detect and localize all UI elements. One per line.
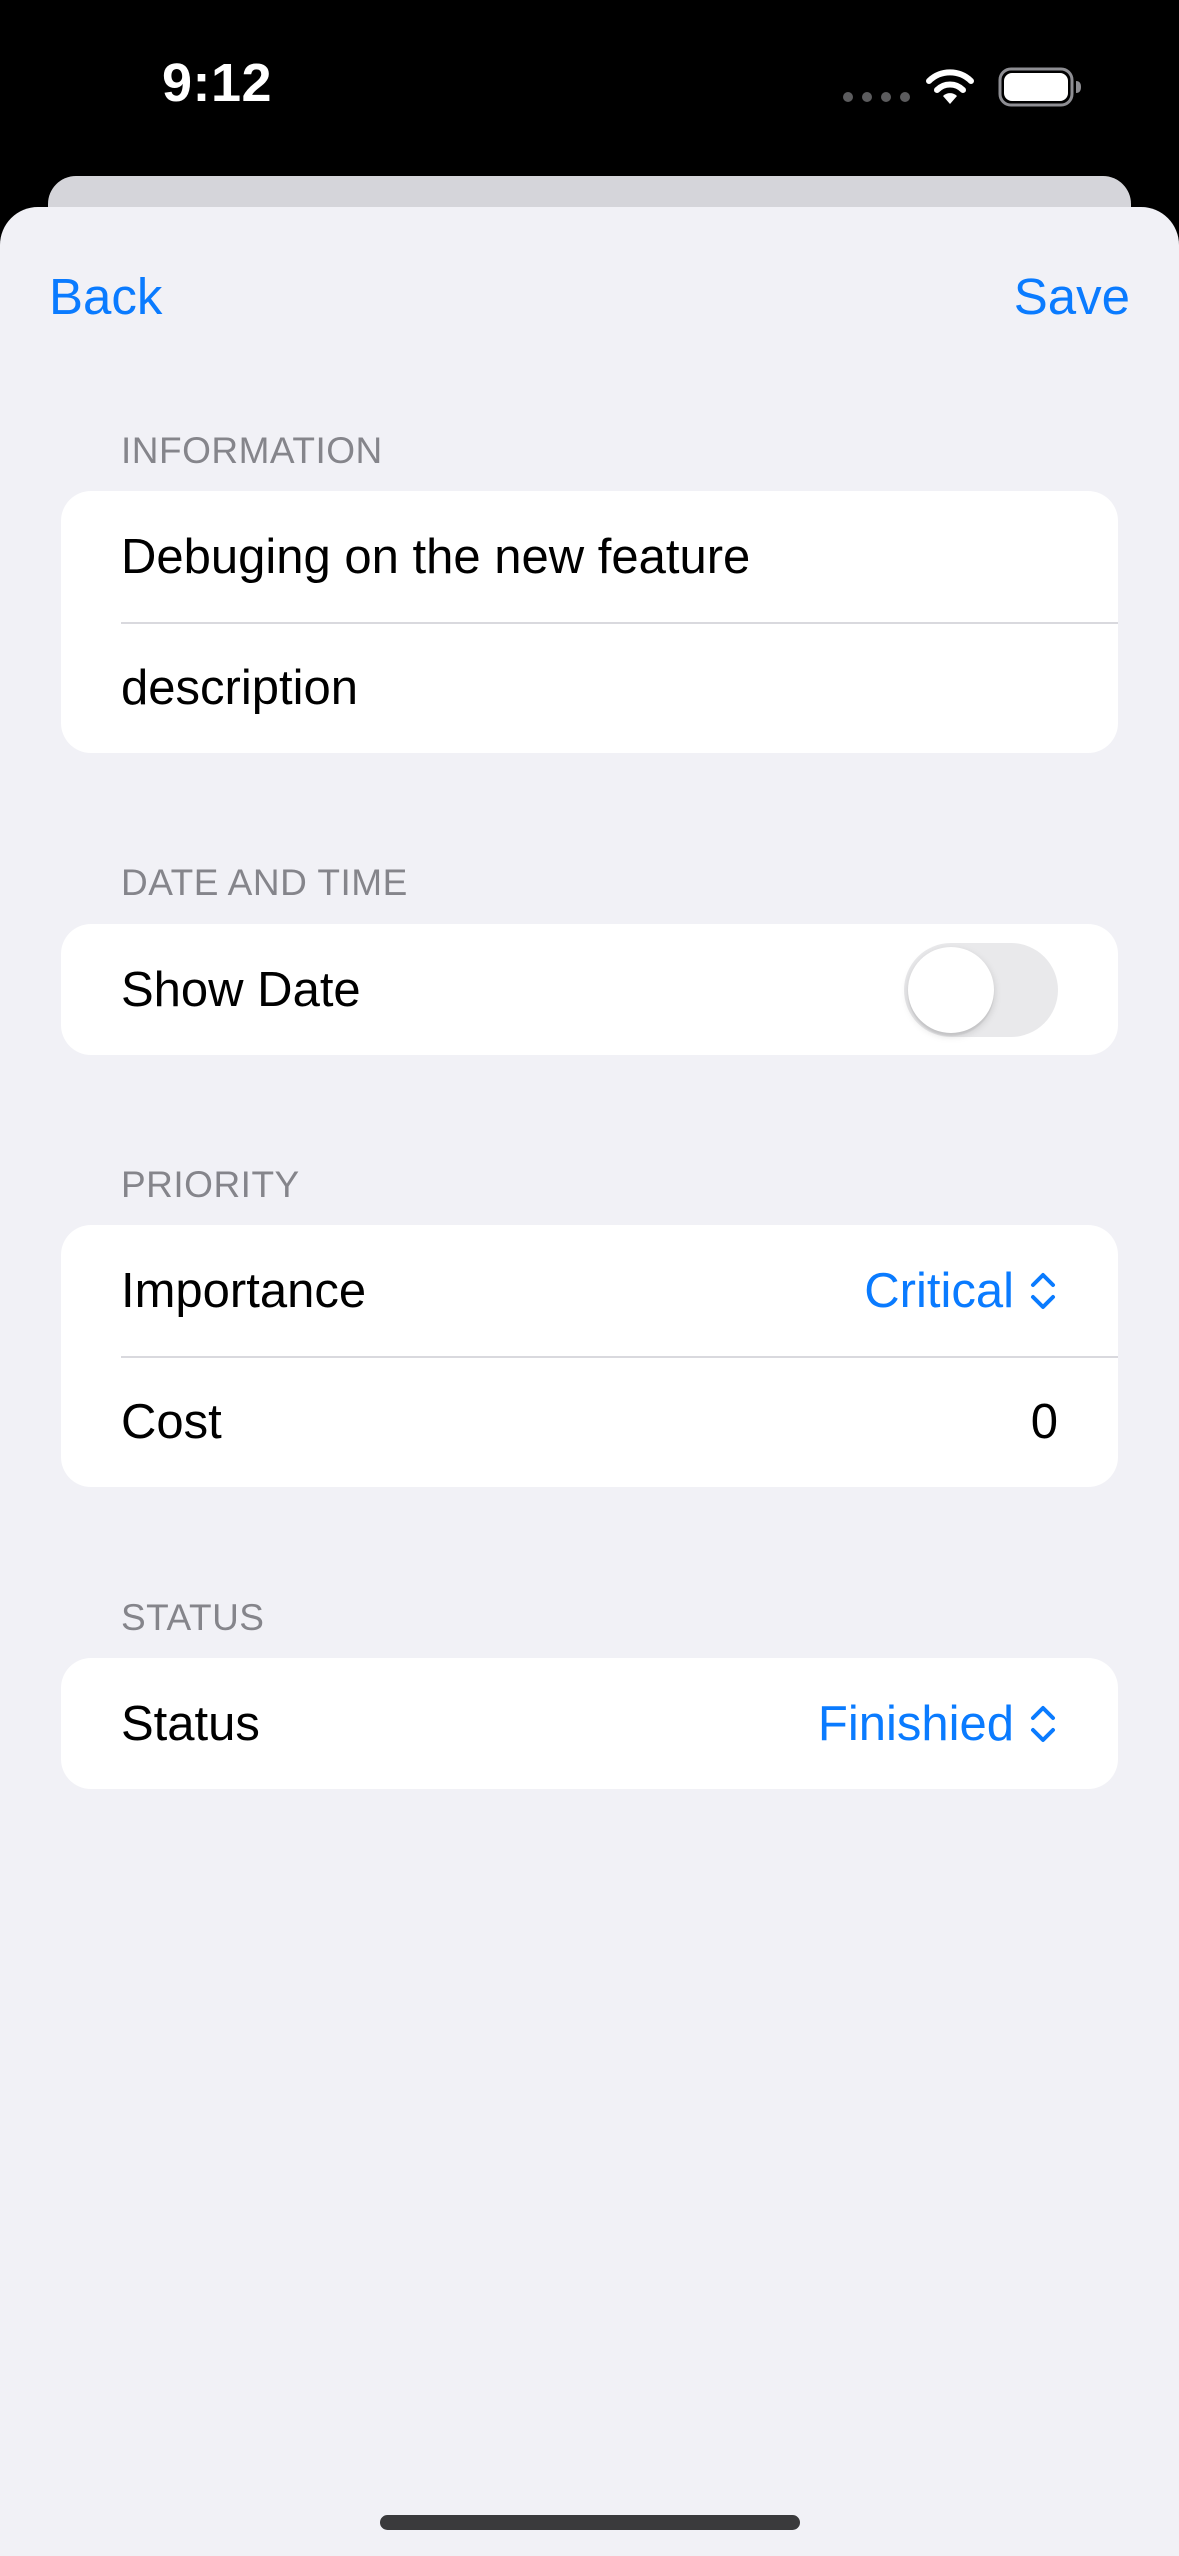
status-row: Status Finishied bbox=[61, 1658, 1118, 1789]
date-time-group: Show Date bbox=[61, 924, 1118, 1055]
status-bar: 9:12 bbox=[0, 0, 1179, 170]
chevron-up-down-icon bbox=[1031, 1272, 1055, 1309]
save-button[interactable]: Save bbox=[1014, 267, 1130, 327]
section-header-status: STATUS bbox=[121, 1597, 265, 1638]
information-group bbox=[61, 491, 1118, 753]
status-time: 9:12 bbox=[162, 53, 273, 113]
status-group: Status Finishied bbox=[61, 1658, 1118, 1789]
battery-icon bbox=[998, 67, 1081, 107]
show-date-label: Show Date bbox=[121, 962, 361, 1017]
section-header-priority: PRIORITY bbox=[121, 1164, 300, 1205]
toggle-knob bbox=[908, 946, 994, 1033]
description-row bbox=[61, 622, 1118, 753]
section-header-information: INFORMATION bbox=[121, 430, 383, 471]
show-date-toggle[interactable] bbox=[904, 942, 1058, 1037]
status-picker[interactable]: Finishied bbox=[818, 1696, 1058, 1752]
title-field[interactable] bbox=[121, 528, 1058, 585]
description-field[interactable] bbox=[121, 659, 1058, 716]
edit-sheet: Back Save INFORMATION DATE AND TIME Show… bbox=[0, 207, 1179, 2556]
screen: 9:12 Back Save INFORMATION Debuging on t… bbox=[0, 0, 1179, 2556]
wifi-icon bbox=[926, 69, 974, 104]
section-header-date-time: DATE AND TIME bbox=[121, 862, 408, 903]
cost-value[interactable]: 0 bbox=[1031, 1394, 1058, 1450]
cost-label: Cost bbox=[121, 1394, 222, 1449]
cost-row: Cost 0 bbox=[61, 1356, 1118, 1487]
back-button[interactable]: Back bbox=[49, 267, 162, 327]
importance-picker[interactable]: Critical bbox=[864, 1263, 1058, 1319]
chevron-up-down-icon bbox=[1031, 1705, 1055, 1742]
home-indicator[interactable] bbox=[380, 2515, 800, 2530]
cellular-signal-icon bbox=[843, 92, 910, 102]
status-value: Finishied bbox=[817, 1696, 1014, 1751]
importance-row: Importance Critical bbox=[61, 1225, 1118, 1356]
status-label: Status bbox=[121, 1696, 260, 1751]
importance-label: Importance bbox=[121, 1263, 367, 1318]
priority-group: Importance Critical Cost 0 bbox=[61, 1225, 1118, 1487]
importance-value: Critical bbox=[864, 1263, 1014, 1318]
show-date-row: Show Date bbox=[61, 924, 1118, 1055]
title-row bbox=[61, 491, 1118, 622]
